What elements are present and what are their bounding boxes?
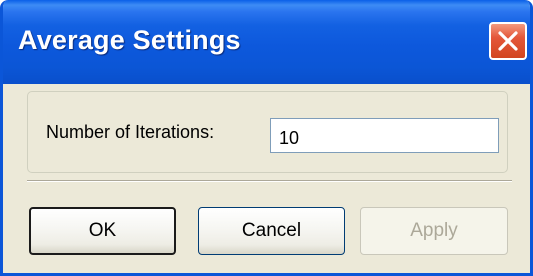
dialog-client-area: Number of Iterations: OK Cancel Apply	[3, 84, 530, 273]
close-button[interactable]	[489, 22, 527, 60]
apply-button: Apply	[360, 207, 508, 255]
close-icon	[498, 31, 518, 51]
iterations-label: Number of Iterations:	[46, 122, 215, 142]
cancel-button[interactable]: Cancel	[198, 207, 345, 255]
dialog-title: Average Settings	[18, 25, 241, 55]
iterations-input[interactable]	[270, 118, 499, 153]
average-settings-dialog: Average Settings Number of Iterations: O…	[0, 0, 533, 276]
title-bar[interactable]: Average Settings	[3, 0, 530, 84]
separator	[27, 180, 512, 182]
ok-button[interactable]: OK	[29, 207, 176, 255]
